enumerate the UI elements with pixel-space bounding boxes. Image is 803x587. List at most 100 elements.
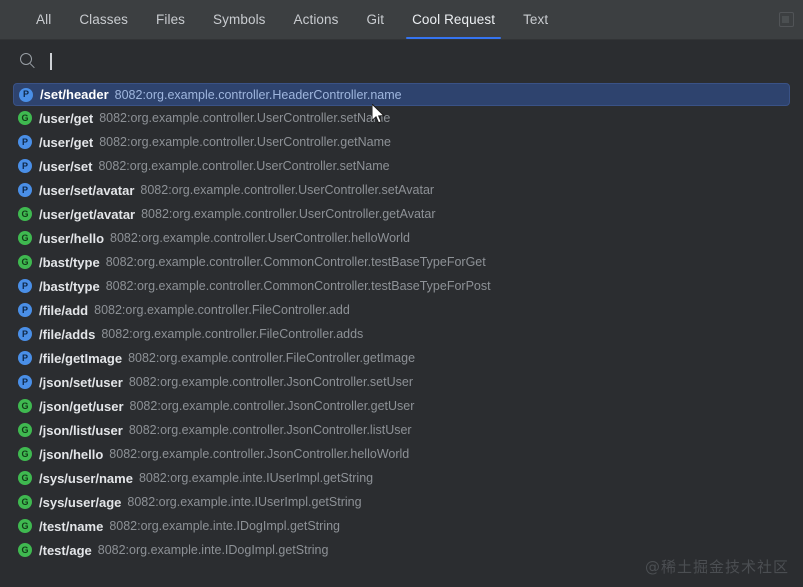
tab-all[interactable]: All [22,0,65,39]
result-row-location: 8082:org.example.inte.IDogImpl.getString [98,543,329,557]
result-row-location: 8082:org.example.controller.CommonContro… [106,279,491,293]
post-method-icon: P [18,183,32,197]
get-method-icon: G [18,519,32,533]
result-row-path: /sys/user/age [39,495,121,510]
tab-cool-request[interactable]: Cool Request [398,0,509,39]
tab-symbols[interactable]: Symbols [199,0,279,39]
search-everywhere-popup: All Classes Files Symbols Actions Git Co… [0,0,803,587]
result-row[interactable]: G/test/name 8082:org.example.inte.IDogImp… [0,514,803,538]
get-method-icon: G [18,207,32,221]
result-row[interactable]: G/user/get/avatar 8082:org.example.contro… [0,202,803,226]
result-row-path: /json/list/user [39,423,123,438]
result-row[interactable]: P/user/get 8082:org.example.controller.Us… [0,130,803,154]
result-row[interactable]: G/user/hello 8082:org.example.controller.… [0,226,803,250]
result-row-path: /user/get [39,111,93,126]
result-row-location: 8082:org.example.inte.IUserImpl.getStrin… [139,471,373,485]
result-row[interactable]: G/json/list/user 8082:org.example.control… [0,418,803,442]
get-method-icon: G [18,447,32,461]
result-row-location: 8082:org.example.controller.FileControll… [94,303,350,317]
result-row[interactable]: G/sys/user/name8082:org.example.inte.IUs… [0,466,803,490]
result-row[interactable]: P/set/header8082:org.example.controller.… [13,83,790,106]
text-caret [50,53,52,70]
result-row-location: 8082:org.example.controller.HeaderContro… [115,88,402,102]
result-row-path: /user/get [39,135,93,150]
result-row-location: 8082:org.example.controller.UserControll… [141,207,435,221]
result-row-location: 8082:org.example.controller.FileControll… [128,351,415,365]
post-method-icon: P [18,327,32,341]
tab-label: All [36,12,51,27]
results-list[interactable]: P/set/header8082:org.example.controller.… [0,82,803,587]
tab-label: Symbols [213,12,265,27]
post-method-icon: P [18,279,32,293]
get-method-icon: G [18,399,32,413]
filter-preview-icon [779,12,794,27]
result-row[interactable]: P/file/adds 8082:org.example.controller.F… [0,322,803,346]
post-method-icon: P [18,351,32,365]
search-input[interactable] [50,51,803,71]
result-row-location: 8082:org.example.controller.JsonControll… [129,423,412,437]
result-row-path: /bast/type [39,255,100,270]
result-row-path: /test/age [39,543,92,558]
result-row-location: 8082:org.example.controller.UserControll… [110,231,410,245]
post-method-icon: P [18,135,32,149]
tab-actions[interactable]: Actions [280,0,353,39]
post-method-icon: P [18,375,32,389]
result-row-path: /json/set/user [39,375,123,390]
get-method-icon: G [18,231,32,245]
get-method-icon: G [18,495,32,509]
result-row-location: 8082:org.example.controller.UserControll… [98,159,389,173]
get-method-icon: G [18,543,32,557]
result-row[interactable]: G/json/hello8082:org.example.controller.… [0,442,803,466]
tab-files[interactable]: Files [142,0,199,39]
post-method-icon: P [19,88,33,102]
result-row-path: /file/adds [39,327,95,342]
result-row-location: 8082:org.example.inte.IUserImpl.getStrin… [127,495,361,509]
result-row-path: /user/hello [39,231,104,246]
result-row-location: 8082:org.example.controller.JsonControll… [129,375,413,389]
tab-label: Text [523,12,548,27]
watermark: @稀土掘金技术社区 [645,556,789,577]
tab-git[interactable]: Git [353,0,399,39]
result-row[interactable]: P/bast/type 8082:org.example.controller.C… [0,274,803,298]
result-row-location: 8082:org.example.controller.JsonControll… [109,447,409,461]
tab-label: Cool Request [412,12,495,27]
tab-classes[interactable]: Classes [65,0,142,39]
result-row[interactable]: G/user/get 8082:org.example.controller.Us… [0,106,803,130]
result-row[interactable]: P/file/add8082:org.example.controller.Fi… [0,298,803,322]
filter-preview-button[interactable] [769,0,803,39]
tab-label: Git [367,12,385,27]
result-row[interactable]: P/user/set/avatar 8082:org.example.contro… [0,178,803,202]
result-row[interactable]: P/user/set8082:org.example.controller.Us… [0,154,803,178]
result-row-path: /json/get/user [39,399,124,414]
get-method-icon: G [18,471,32,485]
tab-label: Files [156,12,185,27]
result-row-location: 8082:org.example.controller.JsonControll… [130,399,415,413]
get-method-icon: G [18,111,32,125]
result-row[interactable]: G/sys/user/age 8082:org.example.inte.IUse… [0,490,803,514]
result-row-path: /test/name [39,519,103,534]
result-row-location: 8082:org.example.controller.FileControll… [101,327,363,341]
result-row-location: 8082:org.example.controller.CommonContro… [106,255,486,269]
result-row-location: 8082:org.example.inte.IDogImpl.getString [109,519,340,533]
result-row-location: 8082:org.example.controller.UserControll… [140,183,434,197]
result-row-path: /user/set [39,159,92,174]
result-row-path: /file/add [39,303,88,318]
result-row-location: 8082:org.example.controller.UserControll… [99,135,391,149]
tab-bar-spacer [562,0,769,39]
tab-bar: All Classes Files Symbols Actions Git Co… [0,0,803,40]
tab-label: Actions [294,12,339,27]
result-row[interactable]: G/json/get/user 8082:org.example.controll… [0,394,803,418]
get-method-icon: G [18,423,32,437]
result-row-location: 8082:org.example.controller.UserControll… [99,111,390,125]
search-icon [20,53,36,69]
result-row[interactable]: G/bast/type8082:org.example.controller.C… [0,250,803,274]
tab-label: Classes [79,12,128,27]
result-row-path: /bast/type [39,279,100,294]
search-bar[interactable] [0,40,803,82]
result-row[interactable]: P/json/set/user 8082:org.example.controll… [0,370,803,394]
tab-text[interactable]: Text [509,0,562,39]
result-row-path: /user/get/avatar [39,207,135,222]
result-row-path: /user/set/avatar [39,183,134,198]
result-row-path: /file/getImage [39,351,122,366]
result-row[interactable]: P/file/getImage 8082:org.example.controll… [0,346,803,370]
